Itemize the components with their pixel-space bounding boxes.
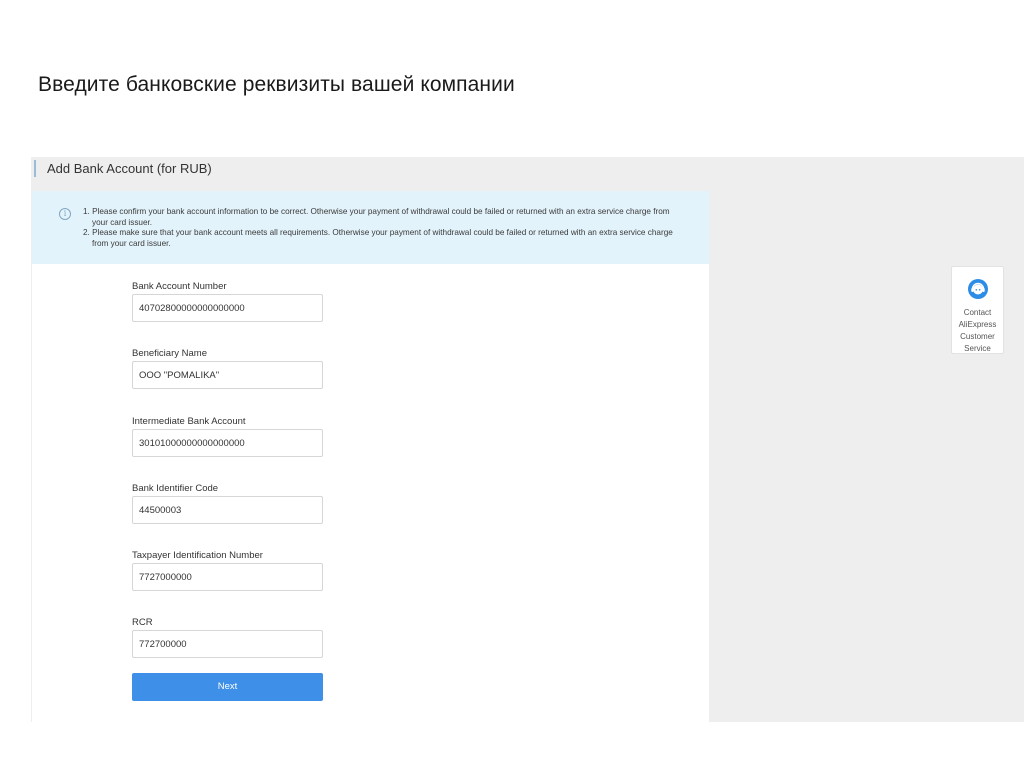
next-button[interactable]: Next [132, 673, 323, 701]
support-label-line: AliExpress [958, 320, 997, 329]
headset-icon [968, 279, 988, 299]
page-heading-bar: Add Bank Account (for RUB) [31, 157, 1024, 191]
page-title: Add Bank Account (for RUB) [47, 161, 212, 176]
aliexpress-bank-form-screen: Add Bank Account (for RUB) i 1. Please c… [31, 157, 1024, 722]
notice-line: your card issuer. [92, 217, 153, 227]
rcr-label: RCR [132, 617, 153, 628]
notice-text: 1. Please confirm your bank account info… [83, 207, 693, 249]
bank-account-number-label: Bank Account Number [132, 281, 227, 292]
taxpayer-id-input[interactable] [132, 563, 323, 591]
notice-line: from your card issuer. [92, 238, 171, 248]
intermediate-bank-account-input[interactable] [132, 429, 323, 457]
slide-title: Введите банковские реквизиты вашей компа… [38, 73, 515, 96]
bank-account-card: i 1. Please confirm your bank account in… [32, 191, 709, 722]
heading-accent-bar [34, 160, 36, 177]
info-icon: i [59, 208, 71, 220]
support-label-line: Service [964, 344, 991, 353]
bank-account-number-input[interactable] [132, 294, 323, 322]
rcr-input[interactable] [132, 630, 323, 658]
contact-customer-service-button[interactable]: Contact AliExpress Customer Service [951, 266, 1004, 354]
intermediate-bank-account-label: Intermediate Bank Account [132, 416, 246, 427]
support-label: Contact AliExpress Customer Service [952, 307, 1003, 355]
notice-line: 2. Please make sure that your bank accou… [83, 228, 673, 238]
beneficiary-name-label: Beneficiary Name [132, 348, 207, 359]
info-notice: i 1. Please confirm your bank account in… [32, 191, 709, 264]
bank-identifier-code-input[interactable] [132, 496, 323, 524]
beneficiary-name-input[interactable] [132, 361, 323, 389]
notice-line: 1. Please confirm your bank account info… [83, 207, 670, 216]
support-label-line: Contact [963, 308, 992, 317]
slide: Введите банковские реквизиты вашей компа… [0, 0, 1024, 767]
taxpayer-id-label: Taxpayer Identification Number [132, 550, 263, 561]
support-label-line: Customer [960, 332, 995, 341]
bank-identifier-code-label: Bank Identifier Code [132, 483, 219, 494]
